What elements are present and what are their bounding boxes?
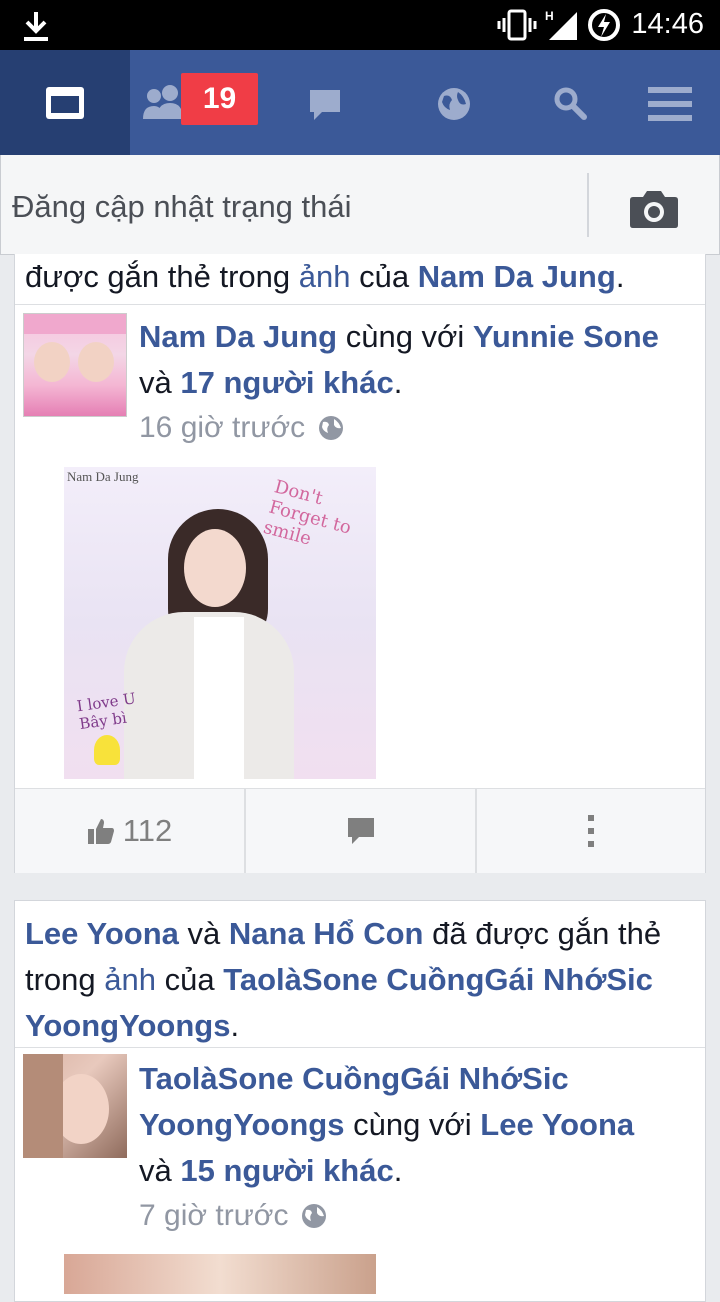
with-text: cùng với	[344, 1107, 481, 1142]
comment-icon	[347, 818, 374, 844]
profile-link[interactable]: Lee Yoona	[25, 916, 179, 951]
photo-link[interactable]: ảnh	[299, 259, 351, 294]
timestamp-text: 7 giờ trước	[139, 1199, 289, 1232]
story-timestamp[interactable]: 7 giờ trước	[139, 1199, 327, 1233]
top-nav: 19	[0, 50, 720, 155]
menu-icon[interactable]	[648, 87, 692, 121]
story-header-text: .	[615, 259, 625, 294]
news-feed-tab[interactable]	[0, 50, 130, 155]
divider	[15, 304, 705, 305]
story-header: Lee Yoona và Nana Hổ Con đã được gắn thẻ…	[25, 911, 700, 1049]
photo[interactable]	[64, 1254, 376, 1294]
photo-watermark: Nam Da Jung	[67, 469, 139, 484]
svg-text:H: H	[545, 9, 554, 23]
story-header-text: được gắn thẻ trong	[25, 259, 299, 294]
thumbs-up-icon	[87, 819, 114, 844]
feed-story: được gắn thẻ trong ảnh của Nam Da Jung. …	[14, 254, 706, 873]
avatar[interactable]	[23, 1054, 127, 1158]
period: .	[393, 365, 403, 400]
story-attribution: Nam Da Jung cùng với Yunnie Sone và 17 n…	[139, 314, 699, 406]
friends-icon[interactable]	[143, 83, 183, 121]
profile-link[interactable]: YoongYoongs	[25, 1008, 230, 1043]
and-text: và	[139, 365, 181, 400]
status-bar: H 14:46	[0, 0, 720, 50]
signal-icon: H	[545, 9, 577, 40]
photo-link[interactable]: ảnh	[104, 962, 156, 997]
author-link[interactable]: TaolàSone CuồngGái NhớSic	[139, 1061, 569, 1096]
story-header-text: .	[230, 1008, 240, 1043]
messages-icon[interactable]	[308, 88, 342, 122]
feed-story: Lee Yoona và Nana Hổ Con đã được gắn thẻ…	[14, 900, 706, 1302]
profile-link[interactable]: TaolàSone CuồngGái NhớSic	[223, 962, 653, 997]
profile-link[interactable]: Nana Hổ Con	[229, 916, 424, 951]
divider	[15, 1047, 705, 1048]
with-text: cùng với	[337, 319, 473, 354]
period: .	[393, 1153, 403, 1188]
tagged-user-link[interactable]: Yunnie Sone	[473, 319, 659, 354]
news-feed-icon	[46, 86, 84, 119]
and-text: và	[139, 1153, 181, 1188]
like-count: 112	[122, 813, 173, 848]
public-globe-icon	[301, 1204, 326, 1228]
tagged-user-link[interactable]: Lee Yoona	[480, 1107, 634, 1142]
clock: 14:46	[631, 8, 704, 40]
others-link[interactable]: 15 người khác	[180, 1153, 393, 1188]
vibrate-icon	[497, 9, 537, 41]
story-attribution: TaolàSone CuồngGái NhớSic YoongYoongs cù…	[139, 1056, 699, 1194]
comment-button[interactable]	[246, 789, 475, 873]
story-header-text: của	[156, 962, 224, 997]
status-composer[interactable]: Đăng cập nhật trạng thái	[0, 155, 720, 255]
story-timestamp[interactable]: 16 giờ trước	[139, 411, 344, 445]
more-vertical-icon	[588, 815, 594, 847]
notifications-globe-icon[interactable]	[436, 86, 472, 122]
profile-link[interactable]: Nam Da Jung	[418, 259, 616, 294]
avatar[interactable]	[23, 313, 127, 417]
camera-icon[interactable]	[629, 189, 679, 229]
like-button[interactable]: 112	[15, 789, 244, 873]
story-header-text: đã được gắn thẻ	[423, 916, 662, 951]
more-options-button[interactable]	[477, 789, 705, 873]
search-icon[interactable]	[553, 86, 587, 120]
author-link[interactable]: YoongYoongs	[139, 1107, 344, 1142]
friend-requests-badge: 19	[181, 73, 258, 125]
story-action-bar: 112	[15, 788, 705, 873]
author-link[interactable]: Nam Da Jung	[139, 319, 337, 354]
story-header-text: trong	[25, 962, 105, 997]
story-header-text: và	[178, 916, 229, 951]
status-input-placeholder[interactable]: Đăng cập nhật trạng thái	[12, 189, 352, 225]
composer-divider	[587, 173, 589, 237]
others-link[interactable]: 17 người khác	[180, 365, 393, 400]
photo[interactable]: Nam Da Jung Don't Forget to smile I love…	[64, 467, 376, 779]
story-header: được gắn thẻ trong ảnh của Nam Da Jung.	[25, 254, 695, 300]
timestamp-text: 16 giờ trước	[139, 411, 306, 444]
battery-charging-icon	[588, 9, 620, 41]
download-icon	[24, 12, 48, 41]
public-globe-icon	[318, 416, 343, 440]
story-header-text: của	[350, 259, 418, 294]
